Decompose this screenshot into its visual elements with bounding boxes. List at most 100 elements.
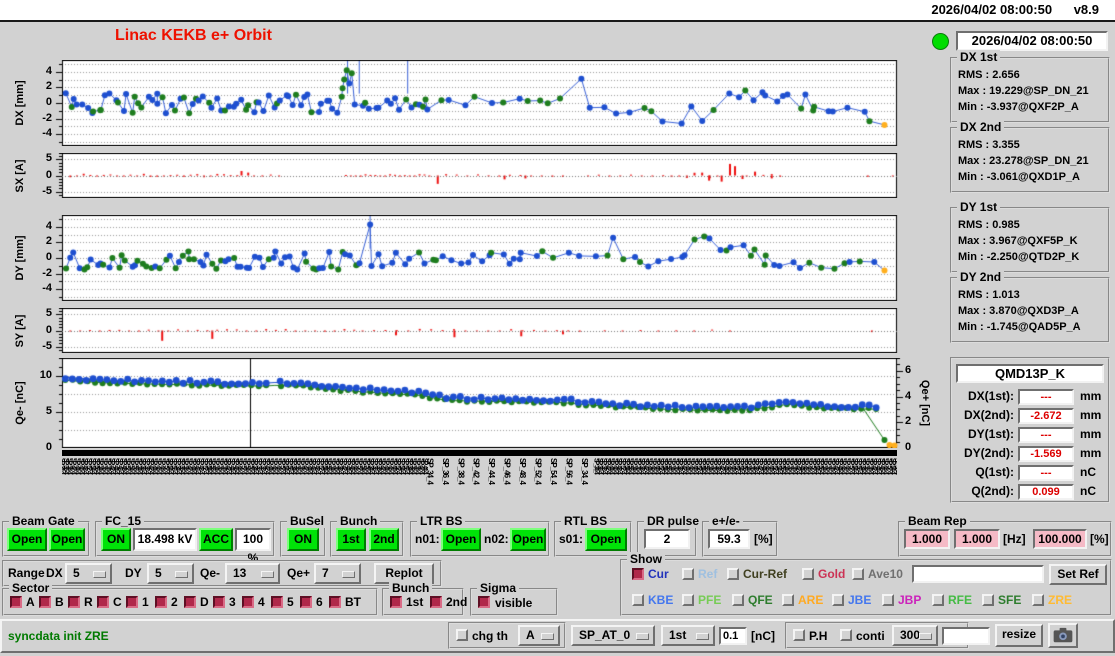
checkbox-sector-6[interactable] [300,596,312,608]
conti-checkbox[interactable] [840,629,852,641]
checkbox-sector-d[interactable] [184,596,196,608]
beam-gate-group: Beam Gate Open Open [2,514,90,557]
qmd-row-label: DY(2nd): [964,446,1014,460]
checkbox-sector-c[interactable] [97,596,109,608]
sector-d-label: D [200,595,209,609]
fc15-on-button[interactable]: ON [101,528,131,551]
status-message: syncdata init ZRE [8,629,109,643]
camera-icon [1053,627,1073,643]
range-qem-label: Qe- [200,566,221,580]
sp-at-dropdown[interactable]: SP_AT_0 [571,625,655,646]
checkbox-sector-4[interactable] [242,596,254,608]
y-axis-tick: 4 [45,64,52,77]
epe-ratio-value: 59.3 [708,529,750,549]
qmd-row: DX(2nd): -2.672 mm [952,408,1108,426]
checkbox-show-ref[interactable] [682,568,694,580]
y-axis-tick: -5 [42,339,52,352]
show-jbp-label: JBP [898,593,922,607]
extra-input[interactable] [942,627,990,645]
checkbox-show-jbp[interactable] [882,594,894,606]
fc15-acc-button[interactable]: ACC [199,528,233,551]
checkbox-bunch-2nd[interactable] [430,596,442,608]
sigma-visible-checkbox[interactable] [478,596,490,608]
sector-1-label: 1 [142,595,149,609]
stats-dx2-min: Min : -3.061@QXD1P_A [958,171,1080,183]
qmd-row-value: --- [1018,465,1074,481]
beam-gate-open-button-2[interactable]: Open [49,528,85,551]
checkbox-sector-3[interactable] [213,596,225,608]
checkbox-sector-bt[interactable] [329,596,341,608]
checkbox-show-jbe[interactable] [832,594,844,606]
checkbox-sector-2[interactable] [155,596,167,608]
resize-button[interactable]: resize [995,624,1043,647]
bunch-2nd-button[interactable]: 2nd [369,528,399,551]
ltr-n01-open-button[interactable]: Open [441,528,481,551]
qmd-row-unit: nC [1080,465,1096,479]
busel-group: BuSel ON [280,514,328,557]
range-qep-dropdown[interactable]: 7 [314,563,361,584]
chg-th-label: chg th [472,629,508,643]
checkbox-bunch-1st[interactable] [390,596,402,608]
bpm-label-band: SP_34_4 SP_36_4 SP_38_4 SP_42_4 SP_44_4 SP_46… [62,457,897,512]
checkbox-show-cur[interactable] [632,568,644,580]
checkbox-sector-b[interactable] [39,596,51,608]
checkbox-show-zre[interactable] [1032,594,1044,606]
rtl-s01-label: s01: [559,532,584,546]
status-led [932,33,949,50]
bunch-2nd-label: 2nd [446,595,468,609]
checkbox-show-gold[interactable] [802,568,814,580]
plot-dy [54,215,903,301]
checkbox-sector-r[interactable] [68,596,80,608]
bpm-label: SP_46_4 [502,458,512,484]
checkbox-show-pfe[interactable] [682,594,694,606]
busel-title: BuSel [287,514,328,528]
bunch-select-group: Bunch 1st 2nd [330,514,404,557]
range-dy-dropdown[interactable]: 5 [147,563,194,584]
camera-button[interactable] [1048,623,1078,648]
beam-rep-value-1: 1.000 [904,529,950,549]
qmd-row: DX(1st): --- mm [952,389,1108,407]
checkbox-show-kbe[interactable] [632,594,644,606]
rtl-s01-open-button[interactable]: Open [585,528,627,551]
y-axis-tick: 2 [45,235,52,248]
stats-dy1-group: DY 1st RMS : 0.985 Max : 3.967@QXF5P_K M… [950,200,1110,273]
interval-dropdown[interactable]: 300 [892,625,938,646]
mode-a-dropdown[interactable]: A [518,625,560,646]
stats-dy2-title: DY 2nd [957,270,1005,284]
range-dx-dropdown[interactable]: 5 [65,563,112,584]
checkbox-show-rfe[interactable] [932,594,944,606]
stats-dy1-min: Min : -2.250@QTD2P_K [958,251,1080,263]
ph-checkbox[interactable] [793,629,805,641]
stats-dx1-rms: RMS : 2.656 [958,69,1020,81]
y-axis-tick: 0 [45,323,52,336]
checkbox-show-ave10[interactable] [852,568,864,580]
sector-5-label: 5 [287,595,294,609]
ltr-n02-open-button[interactable]: Open [510,528,546,551]
checkbox-show-sfe[interactable] [982,594,994,606]
chg-th-checkbox[interactable] [456,629,468,641]
beamline-bar [62,450,897,456]
y-axis-label-dy: DY [mm] [14,235,26,281]
checkbox-show-cur-ref[interactable] [727,568,739,580]
checkbox-sector-a[interactable] [10,596,22,608]
ltr-n01-label: n01: [415,532,440,546]
threshold-input[interactable] [719,627,747,645]
checkbox-show-are[interactable] [782,594,794,606]
checkbox-sector-5[interactable] [271,596,283,608]
set-ref-button[interactable]: Set Ref [1049,564,1107,585]
show-zre-label: ZRE [1048,593,1072,607]
ltr-bs-title: LTR BS [417,514,466,528]
checkbox-sector-1[interactable] [126,596,138,608]
ref-name-input[interactable] [912,565,1044,583]
show-sfe-label: SFE [998,593,1022,607]
bunch-1st-button[interactable]: 1st [336,528,366,551]
window-titlebar: 2026/04/02 08:00:50 v8.9 [0,0,1115,22]
checkbox-show-qfe[interactable] [732,594,744,606]
titlebar-version: v8.9 [1073,2,1099,17]
beam-rep-group: Beam Rep 1.000 1.000 [Hz] 100.000 [%] [898,514,1112,557]
busel-on-button[interactable]: ON [287,528,319,551]
range-qem-dropdown[interactable]: 13 [225,563,280,584]
bpm-label: SP_42_4 [471,458,481,484]
beam-gate-open-button-1[interactable]: Open [7,528,47,551]
bunch-1st-dropdown[interactable]: 1st [661,625,715,646]
